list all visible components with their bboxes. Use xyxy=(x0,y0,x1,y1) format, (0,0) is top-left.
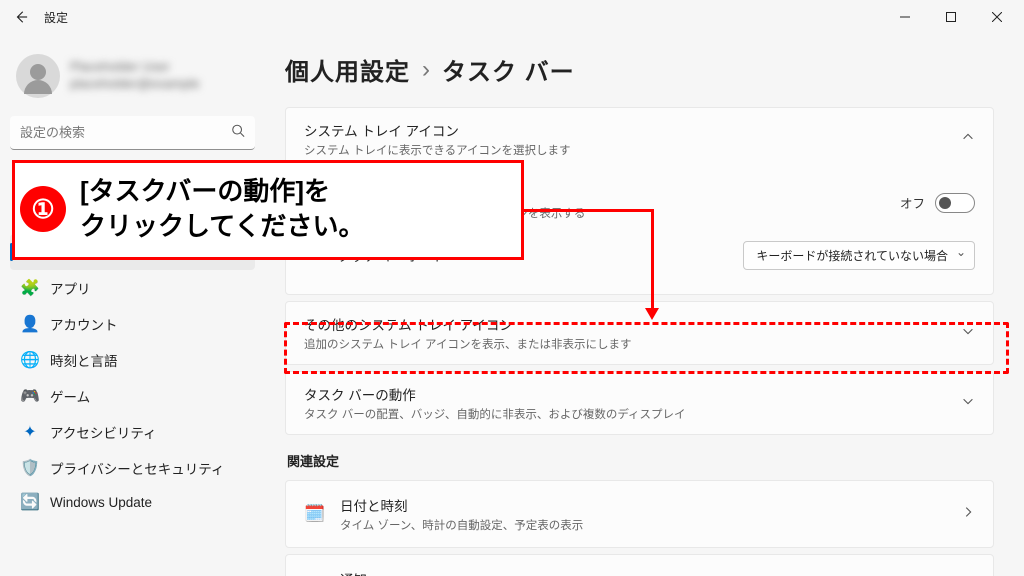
nav-icon: 🌐 xyxy=(22,352,38,368)
annotation-arrow-h xyxy=(524,209,654,212)
minimize-button[interactable] xyxy=(882,1,928,33)
annotation-target-highlight xyxy=(284,322,1009,374)
nav-label: アクセシビリティ xyxy=(50,422,157,442)
chevron-down-icon xyxy=(961,394,975,413)
card-subtitle: タイム ゾーン、時計の自動設定、予定表の表示 xyxy=(340,517,583,533)
profile-text: Placeholder User placeholder@example xyxy=(70,59,200,93)
search-input[interactable] xyxy=(10,116,255,150)
main-area: Placeholder User placeholder@example 💠Bl… xyxy=(0,34,1024,576)
notifications-card[interactable]: 🔔 通知 アプリとシステムからのアラート、応答不可 xyxy=(285,554,994,576)
card-subtitle: タスク バーの配置、バッジ、自動的に非表示、および複数のディスプレイ xyxy=(304,406,686,422)
nav-icon: 🔄 xyxy=(22,494,38,510)
back-button[interactable] xyxy=(4,0,38,34)
titlebar: 設定 xyxy=(0,0,1024,34)
pen-menu-toggle[interactable] xyxy=(935,193,975,213)
nav-icon: 🎮 xyxy=(22,388,38,404)
breadcrumb-parent[interactable]: 個人用設定 xyxy=(285,52,410,87)
nav-label: アプリ xyxy=(50,278,91,298)
nav-icon: 🛡️ xyxy=(22,460,38,476)
annotation-badge: ① xyxy=(20,186,66,232)
minimize-icon xyxy=(900,12,910,22)
sidebar-item[interactable]: 🎮 ゲーム xyxy=(10,378,255,414)
sidebar: Placeholder User placeholder@example 💠Bl… xyxy=(0,34,265,576)
search-wrap xyxy=(10,116,255,150)
nav-label: ゲーム xyxy=(50,386,90,406)
card-title: 日付と時刻 xyxy=(340,495,583,515)
sidebar-item[interactable]: 🌐 時刻と言語 xyxy=(10,342,255,378)
window-controls xyxy=(882,1,1020,33)
sidebar-item[interactable]: 👤 アカウント xyxy=(10,306,255,342)
sidebar-item[interactable]: 🔄 Windows Update xyxy=(10,486,255,518)
breadcrumb-separator: › xyxy=(422,56,430,84)
arrow-left-icon xyxy=(14,10,28,24)
content: 個人用設定 › タスク バー システム トレイ アイコン システム トレイに表示… xyxy=(265,34,1024,576)
breadcrumb: 個人用設定 › タスク バー xyxy=(285,52,994,87)
taskbar-behavior-card[interactable]: タスク バーの動作 タスク バーの配置、バッジ、自動的に非表示、および複数のディ… xyxy=(285,371,994,435)
annotation-arrow-v xyxy=(651,209,654,309)
annotation-text: [タスクバーの動作]を クリックしてください。 xyxy=(80,174,364,244)
nav-icon: 👤 xyxy=(22,316,38,332)
sidebar-item[interactable]: 🛡️ プライバシーとセキュリティ xyxy=(10,450,255,486)
nav-icon: 🧩 xyxy=(22,280,38,296)
close-icon xyxy=(992,12,1002,22)
search-icon xyxy=(231,124,245,143)
nav-icon: ✦ xyxy=(22,424,38,440)
close-button[interactable] xyxy=(974,1,1020,33)
breadcrumb-current: タスク バー xyxy=(442,52,575,87)
nav-label: 時刻と言語 xyxy=(50,350,118,370)
related-settings-label: 関連設定 xyxy=(287,451,994,470)
card-title: 通知 xyxy=(340,569,569,576)
chevron-up-icon xyxy=(961,130,975,149)
touch-keyboard-dropdown[interactable]: キーボードが接続されていない場合 xyxy=(743,241,975,270)
maximize-icon xyxy=(946,12,956,22)
annotation-arrow-head xyxy=(645,308,659,320)
toggle-label: オフ xyxy=(900,193,925,212)
chevron-right-icon xyxy=(961,505,975,524)
nav-label: Windows Update xyxy=(50,495,152,510)
avatar xyxy=(16,54,60,98)
nav-label: アカウント xyxy=(50,314,118,334)
card-title: システム トレイ アイコン xyxy=(304,120,571,140)
sidebar-item[interactable]: 🧩 アプリ xyxy=(10,270,255,306)
date-time-card[interactable]: 🗓️ 日付と時刻 タイム ゾーン、時計の自動設定、予定表の表示 xyxy=(285,480,994,548)
profile-email: placeholder@example xyxy=(70,76,200,93)
nav-label: プライバシーとセキュリティ xyxy=(50,458,224,478)
card-subtitle: システム トレイに表示できるアイコンを選択します xyxy=(304,142,571,158)
maximize-button[interactable] xyxy=(928,1,974,33)
profile-block[interactable]: Placeholder User placeholder@example xyxy=(10,42,255,116)
profile-name: Placeholder User xyxy=(70,59,200,76)
card-title: タスク バーの動作 xyxy=(304,384,686,404)
calendar-icon: 🗓️ xyxy=(304,504,326,524)
sidebar-item[interactable]: ✦ アクセシビリティ xyxy=(10,414,255,450)
app-title: 設定 xyxy=(44,9,68,26)
